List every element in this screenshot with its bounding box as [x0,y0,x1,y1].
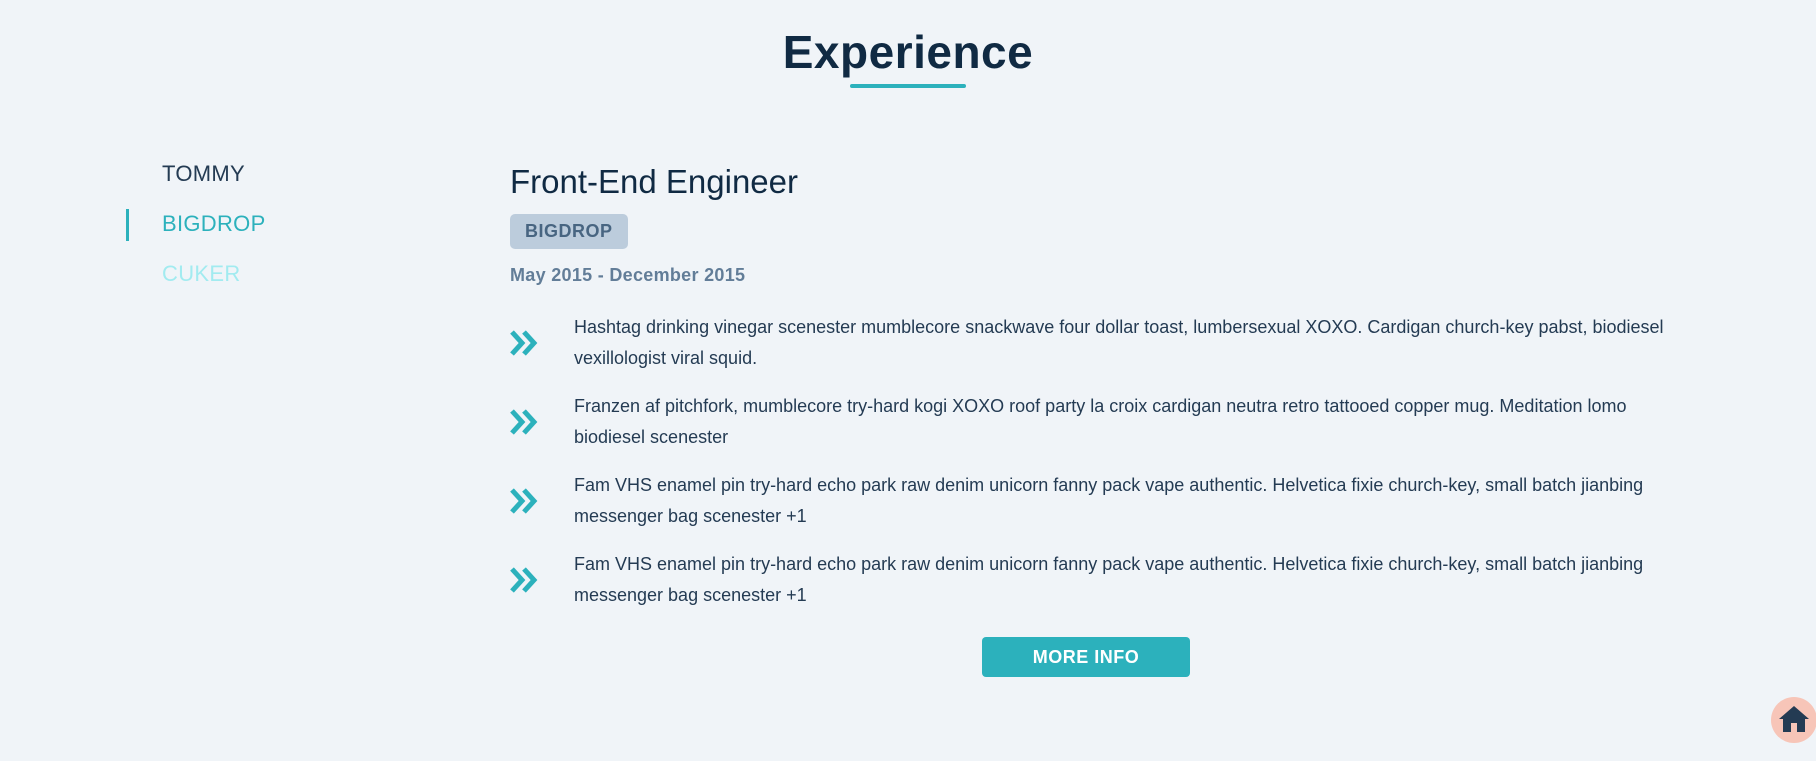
job-dates: May 2015 - December 2015 [510,265,746,285]
duty-item: Fam VHS enamel pin try-hard echo park ra… [510,461,1670,540]
job-title: Front-End Engineer [510,163,798,200]
double-chevron-right-icon [510,487,574,514]
duty-item: Hashtag drinking vinegar scenester mumbl… [510,303,1670,382]
company-tabs: TOMMY BIGDROP CUKER [126,158,426,308]
section-header: Experience [0,24,1816,88]
tab-label: CUKER [162,261,241,286]
duty-item: Franzen af pitchfork, mumblecore try-har… [510,382,1670,461]
double-chevron-right-icon [510,566,574,593]
active-tab-indicator [126,209,129,241]
duty-text: Fam VHS enamel pin try-hard echo park ra… [574,474,1644,526]
home-icon [1778,704,1810,737]
tab-label: TOMMY [162,161,245,186]
duty-text: Fam VHS enamel pin try-hard echo park ra… [574,553,1644,605]
tab-tommy[interactable]: TOMMY [126,158,426,190]
duty-item: Fam VHS enamel pin try-hard echo park ra… [510,540,1670,619]
double-chevron-right-icon [510,408,574,435]
tab-label: BIGDROP [162,211,266,236]
section-title: Experience [782,26,1034,78]
title-underline [850,84,966,88]
tab-bigdrop[interactable]: BIGDROP [126,208,426,241]
more-info-button[interactable]: MORE INFO [982,637,1190,677]
home-button[interactable] [1771,697,1816,743]
experience-page: Experience TOMMY BIGDROP CUKER Front-End… [0,0,1816,761]
job-info: Front-End Engineer BIGDROP May 2015 - De… [510,160,1670,619]
double-chevron-right-icon [510,329,574,356]
company-badge: BIGDROP [510,214,628,249]
job-duties: Hashtag drinking vinegar scenester mumbl… [510,303,1670,619]
duty-text: Hashtag drinking vinegar scenester mumbl… [574,316,1664,368]
tab-cuker[interactable]: CUKER [126,258,426,290]
duty-text: Franzen af pitchfork, mumblecore try-har… [574,395,1627,447]
